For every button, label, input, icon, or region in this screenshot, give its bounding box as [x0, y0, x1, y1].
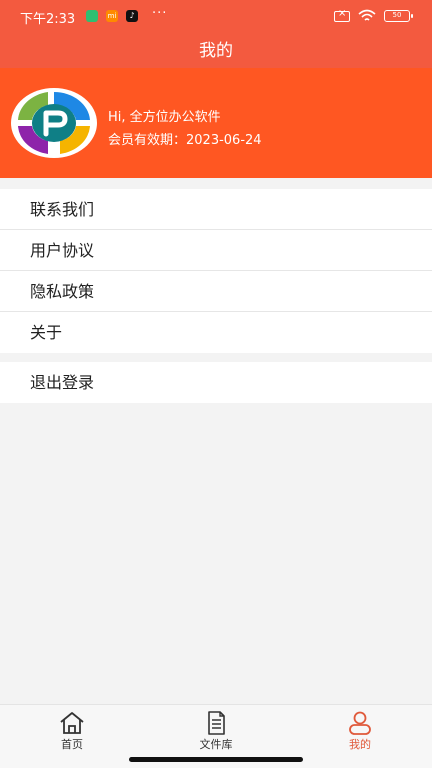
logout-section: 退出登录 [0, 362, 432, 403]
tab-home[interactable]: 首页 [0, 705, 144, 755]
menu-item-privacy-policy[interactable]: 隐私政策 [0, 271, 432, 312]
tab-file-library-label: 文件库 [199, 738, 233, 751]
menu-item-about[interactable]: 关于 [0, 312, 432, 353]
menu-item-contact-us[interactable]: 联系我们 [0, 189, 432, 230]
top-bar: 下午2:33 mi ♪ ··· 50 我的 [0, 0, 432, 68]
page-title: 我的 [199, 41, 233, 61]
app: 下午2:33 mi ♪ ··· 50 我的 [0, 0, 432, 768]
status-time: 下午2:33 [20, 12, 76, 27]
tab-home-label: 首页 [61, 738, 83, 751]
app-logo-icon [11, 88, 97, 158]
greeting-text: Hi, 全方位办公软件 [108, 110, 221, 125]
tiktok-icon: ♪ [126, 10, 138, 22]
sim-icon [334, 8, 350, 22]
menu-item-user-agreement[interactable]: 用户协议 [0, 230, 432, 271]
status-indicators: 50 [334, 8, 413, 23]
more-notifications-icon: ··· [152, 6, 168, 21]
battery-icon: 50 [384, 10, 413, 22]
home-indicator[interactable] [129, 757, 303, 762]
app-notification-icon [86, 10, 98, 22]
membership-expiry: 会员有效期：2023-06-24 [108, 133, 262, 148]
logout-button[interactable]: 退出登录 [0, 362, 432, 403]
wifi-icon [358, 9, 376, 21]
tab-file-library[interactable]: 文件库 [144, 705, 288, 755]
tab-mine[interactable]: 我的 [288, 705, 432, 755]
status-bar: 下午2:33 mi ♪ ··· 50 [0, 0, 432, 32]
tab-mine-label: 我的 [349, 738, 371, 751]
profile-header: Hi, 全方位办公软件 会员有效期：2023-06-24 [0, 68, 432, 178]
mi-app-icon: mi [106, 10, 118, 22]
home-icon [60, 712, 84, 734]
person-icon [349, 711, 371, 735]
document-icon [208, 711, 225, 735]
menu-list: 联系我们 用户协议 隐私政策 关于 [0, 189, 432, 353]
